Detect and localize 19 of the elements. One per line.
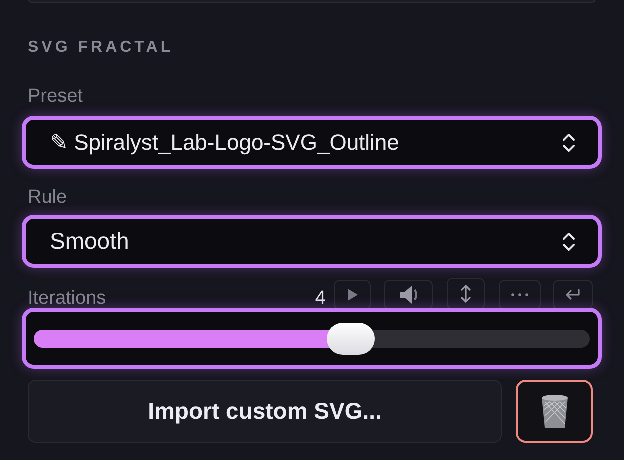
preset-select[interactable]: ✎ Spiralyst_Lab-Logo-SVG_Outline bbox=[22, 116, 602, 169]
ellipsis-icon bbox=[511, 293, 529, 297]
slider-track[interactable] bbox=[34, 330, 590, 348]
field-label: Rule bbox=[28, 187, 68, 209]
trash-icon bbox=[540, 394, 570, 430]
chevron-icon bbox=[562, 232, 576, 252]
vertical-arrows-icon bbox=[461, 285, 471, 303]
chevron-icon bbox=[562, 132, 576, 152]
section-title: SVG FRACTAL bbox=[28, 38, 175, 58]
return-icon bbox=[565, 289, 581, 301]
slider-thumb[interactable] bbox=[326, 322, 375, 354]
rule-select[interactable]: Smooth bbox=[22, 215, 602, 268]
import-button[interactable]: Import custom SVG... bbox=[28, 380, 502, 443]
slider[interactable] bbox=[34, 322, 590, 354]
field-label: Iterations bbox=[28, 288, 108, 310]
iterations-value: 4 bbox=[315, 288, 326, 310]
play-icon bbox=[346, 288, 358, 302]
field-label: Preset bbox=[28, 86, 84, 108]
delete-button[interactable] bbox=[516, 380, 593, 443]
